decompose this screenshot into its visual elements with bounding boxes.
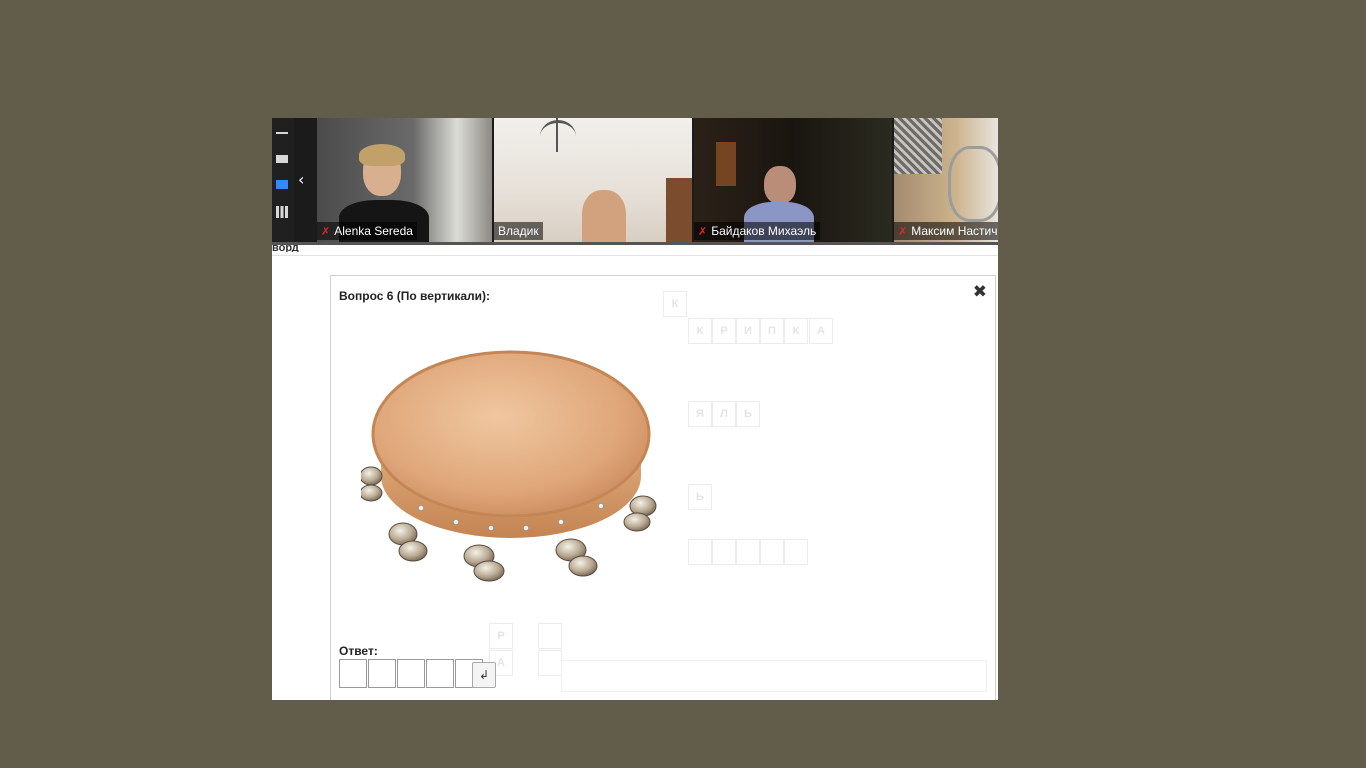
tambourine-image <box>361 350 657 582</box>
crossword-cell <box>712 539 736 565</box>
crossword-cell <box>538 650 562 676</box>
participant-tile[interactable]: ✗ Alenka Sereda <box>317 118 492 242</box>
answer-letter-input[interactable] <box>426 659 454 688</box>
crossword-cell: Р <box>712 318 736 344</box>
chevron-left-icon[interactable]: ‹ <box>298 170 304 189</box>
close-icon[interactable]: ✖ <box>973 282 987 302</box>
crossword-cell <box>760 539 784 565</box>
mic-muted-icon: ✗ <box>321 225 331 238</box>
page-heading-fragment: ворд <box>272 242 299 252</box>
crossword-cell <box>784 539 808 565</box>
minimize-icon[interactable] <box>276 132 288 134</box>
participant-name: Владик <box>498 224 539 238</box>
question-title: Вопрос 6 (По вертикали): <box>339 289 491 303</box>
crossword-cell: К <box>688 318 712 344</box>
answer-letter-input[interactable] <box>397 659 425 688</box>
answer-input-row <box>339 659 484 688</box>
faint-input-strip <box>561 660 987 692</box>
crossword-cell: К <box>663 291 687 317</box>
strip-view-icon[interactable] <box>276 180 288 189</box>
answer-letter-input[interactable] <box>368 659 396 688</box>
submit-answer-button[interactable]: ↲ <box>472 662 496 688</box>
participant-tile[interactable]: Владик <box>494 118 692 242</box>
video-strip: ‹ ✗ Alenka Sereda Владик ✗ Байдаков Миха… <box>272 118 998 244</box>
answer-letter-input[interactable] <box>339 659 367 688</box>
participant-tile[interactable]: ✗ Байдаков Михаэль <box>694 118 892 242</box>
single-view-icon[interactable] <box>276 155 288 163</box>
crossword-cell: К <box>784 318 808 344</box>
answer-label: Ответ: <box>339 644 378 658</box>
participant-tile[interactable]: ✗ Максим Настич <box>894 118 998 242</box>
participant-name: Байдаков Михаэль <box>711 224 817 238</box>
strip-divider <box>272 242 998 245</box>
question-dialog: К К Р И П К А Я Л Ь Ь Р А Вопрос 6 (По в… <box>330 275 996 700</box>
gallery-view-icon[interactable] <box>276 206 288 218</box>
crossword-cell <box>688 539 712 565</box>
participant-name: Alenka Sereda <box>334 224 413 238</box>
crossword-cell <box>538 623 562 649</box>
crossword-cell: П <box>760 318 784 344</box>
crossword-cell: А <box>809 318 833 344</box>
crossword-cell: Я <box>688 401 712 427</box>
shared-screen: ‹ ✗ Alenka Sereda Владик ✗ Байдаков Миха… <box>272 118 998 700</box>
mic-muted-icon: ✗ <box>898 225 908 238</box>
mic-muted-icon: ✗ <box>698 225 708 238</box>
view-controls <box>272 118 294 244</box>
divider <box>272 255 998 256</box>
crossword-cell: Р <box>489 623 513 649</box>
crossword-cell: И <box>736 318 760 344</box>
crossword-cell <box>736 539 760 565</box>
participant-name: Максим Настич <box>911 224 998 238</box>
crossword-cell: Ь <box>688 484 712 510</box>
crossword-cell: Ь <box>736 401 760 427</box>
crossword-cell: Л <box>712 401 736 427</box>
